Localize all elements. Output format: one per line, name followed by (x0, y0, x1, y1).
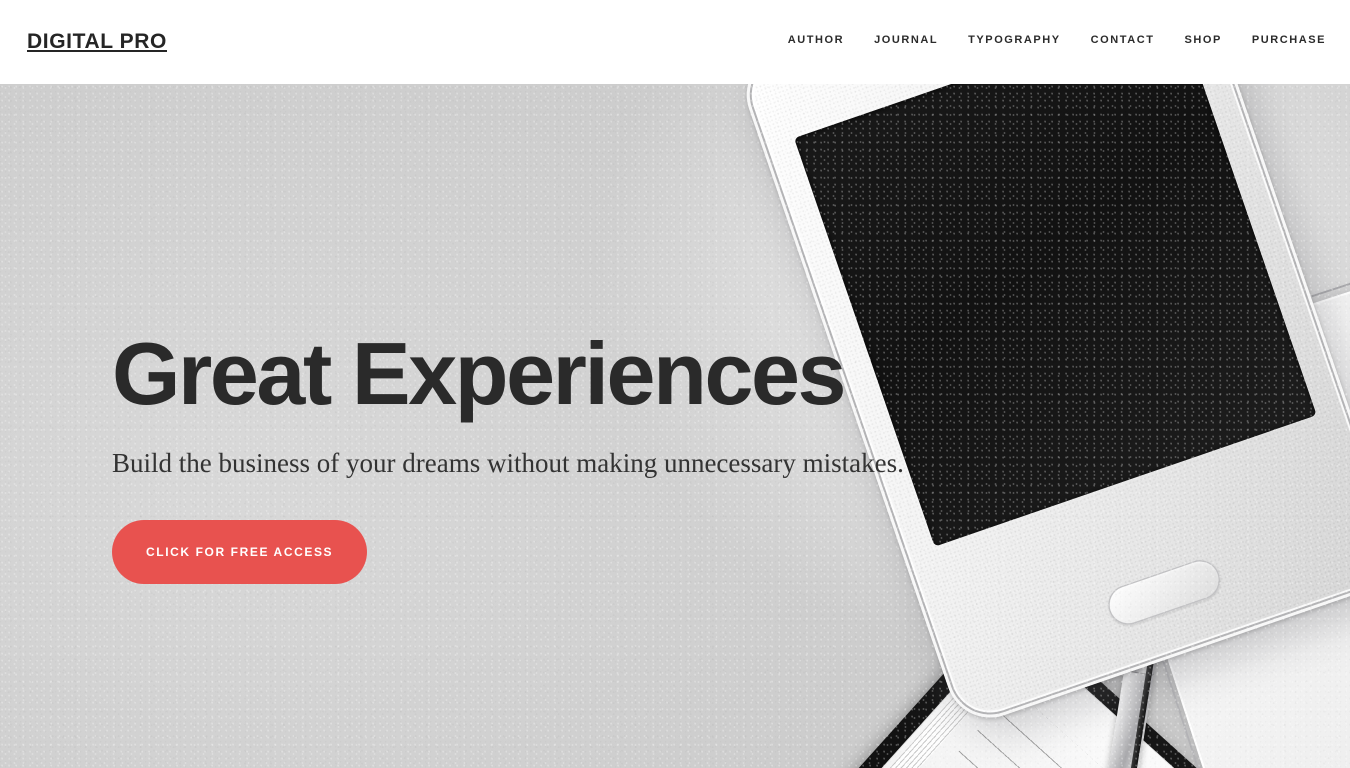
nav-item-author[interactable]: AUTHOR (788, 34, 844, 46)
primary-navigation: AUTHOR JOURNAL TYPOGRAPHY CONTACT SHOP P… (788, 34, 1326, 46)
nav-item-typography[interactable]: TYPOGRAPHY (968, 34, 1061, 46)
hero-subtitle: Build the business of your dreams withou… (112, 448, 904, 478)
cta-free-access-button[interactable]: Click for Free Access (112, 520, 368, 585)
site-header: DIGITAL PRO AUTHOR JOURNAL TYPOGRAPHY CO… (0, 0, 1350, 84)
hero-copy: Great Experiences Build the business of … (112, 324, 912, 585)
site-logo[interactable]: DIGITAL PRO (27, 30, 167, 54)
nav-item-journal[interactable]: JOURNAL (874, 34, 938, 46)
hero-section: Great Experiences Build the business of … (0, 84, 1350, 768)
nav-item-purchase[interactable]: PURCHASE (1252, 34, 1326, 46)
nav-item-shop[interactable]: SHOP (1184, 34, 1221, 46)
hero-title: Great Experiences (112, 324, 846, 423)
nav-item-contact[interactable]: CONTACT (1091, 34, 1155, 46)
page-root: DIGITAL PRO AUTHOR JOURNAL TYPOGRAPHY CO… (0, 0, 1350, 768)
